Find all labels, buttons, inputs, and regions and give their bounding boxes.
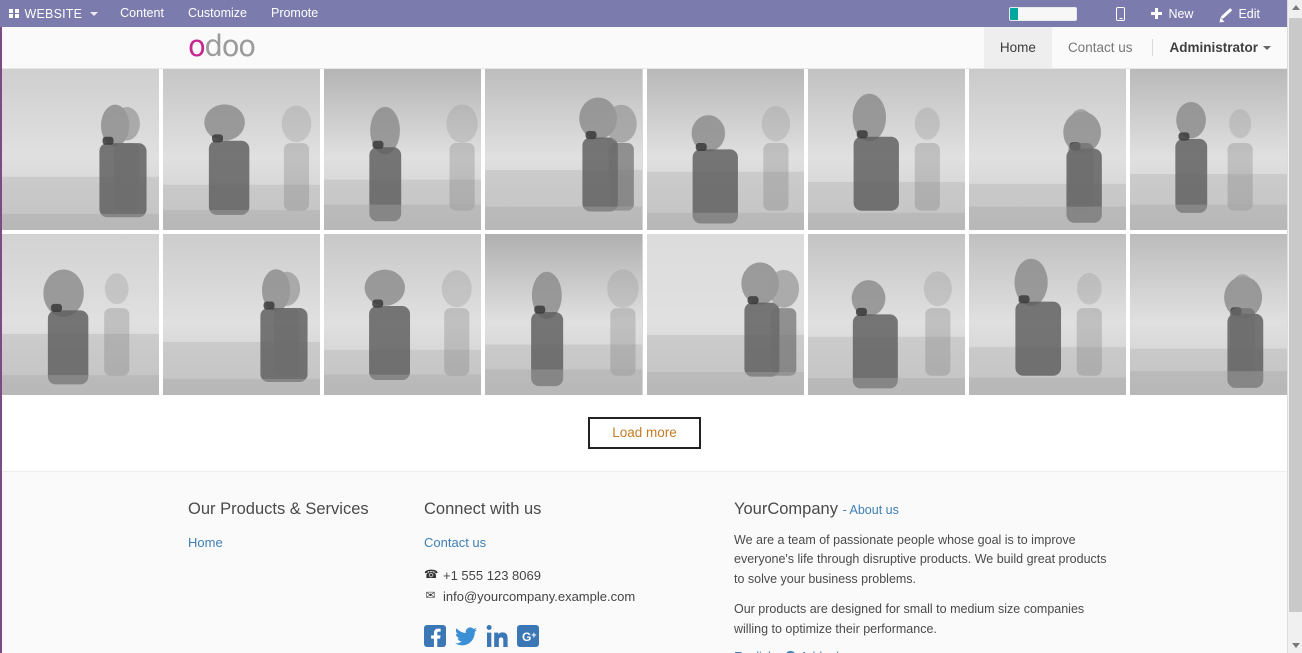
footer-phone: +1 555 123 8069: [443, 568, 541, 583]
scroll-up-arrow-icon[interactable]: [1288, 0, 1302, 15]
gallery-image[interactable]: [324, 234, 482, 395]
footer-title-products: Our Products & Services: [188, 500, 369, 518]
new-button[interactable]: New: [1138, 0, 1206, 27]
gallery-image[interactable]: [968, 234, 1126, 395]
gallery-image[interactable]: [807, 69, 965, 230]
googleplus-icon[interactable]: G +: [517, 625, 539, 648]
load-more-button[interactable]: Load more: [588, 416, 701, 450]
website-app-label: WEBSITE: [24, 6, 83, 21]
user-menu[interactable]: Administrator: [1157, 27, 1287, 68]
gallery-image[interactable]: [163, 234, 321, 395]
website-frame: odoo Home Contact us Administrator Load …: [0, 27, 1287, 653]
footer-about-link[interactable]: - About us: [843, 503, 899, 517]
footer-title-connect: Connect with us: [424, 500, 542, 518]
gallery-image[interactable]: [968, 69, 1126, 230]
logo-first-letter: o: [188, 29, 206, 63]
pencil-icon: [1219, 7, 1232, 20]
mobile-icon: [1116, 6, 1126, 21]
footer-column-products: Our Products & Services Home: [188, 500, 424, 653]
apps-grid-icon: [9, 8, 19, 19]
odoo-logo: odoo: [188, 29, 257, 63]
footer-paragraph-1: We are a team of passionate people whose…: [734, 533, 1107, 586]
user-menu-label: Administrator: [1169, 40, 1258, 55]
seo-progress-fill: [1010, 7, 1019, 20]
envelope-icon: ✉: [425, 590, 436, 603]
editor-menu: Content Customize Promote: [108, 0, 330, 27]
nav-item-home[interactable]: Home: [983, 27, 1052, 68]
site-header: odoo Home Contact us Administrator: [2, 27, 1287, 69]
facebook-icon[interactable]: [424, 625, 446, 648]
browser-viewport: WEBSITE Content Customize Promote New Ed…: [0, 0, 1302, 653]
gallery-image[interactable]: [2, 234, 160, 395]
main-navigation: Home Contact us Administrator: [983, 27, 1287, 68]
load-more-section: Load more: [2, 395, 1287, 471]
svg-text:G: G: [522, 630, 531, 644]
footer-link-home[interactable]: Home: [188, 535, 424, 550]
gallery-image[interactable]: [2, 69, 160, 230]
footer-email: info@yourcompany.example.com: [443, 589, 636, 605]
footer-column-connect: Connect with us Contact us ☎ +1 555 123 …: [424, 500, 734, 653]
odoo-editor-topbar: WEBSITE Content Customize Promote New Ed…: [0, 0, 1287, 27]
twitter-icon[interactable]: [455, 625, 477, 647]
menu-item-customize[interactable]: Customize: [176, 0, 259, 27]
gallery-grid: [2, 69, 1287, 395]
footer-company-name: YourCompany: [734, 500, 838, 518]
nav-item-contact-us[interactable]: Contact us: [1052, 27, 1149, 68]
gallery-image[interactable]: [807, 234, 965, 395]
gallery-image[interactable]: [1129, 234, 1287, 395]
footer-column-company: YourCompany - About us We are a team of …: [734, 500, 1114, 653]
seo-progress-bar[interactable]: [1009, 6, 1078, 21]
gallery-image[interactable]: [163, 69, 321, 230]
social-links: G +: [424, 625, 734, 648]
plus-icon: [1151, 8, 1163, 19]
linkedin-icon[interactable]: [486, 625, 508, 648]
gallery-image[interactable]: [1129, 69, 1287, 230]
logo-rest: doo: [204, 29, 257, 63]
website-app-menu[interactable]: WEBSITE: [0, 0, 108, 27]
edit-button[interactable]: Edit: [1206, 0, 1273, 27]
editor-topbar-actions: New Edit: [1009, 0, 1287, 27]
site-logo[interactable]: odoo: [2, 27, 257, 68]
chevron-down-icon: [90, 11, 99, 16]
footer-company-heading: YourCompany - About us: [734, 500, 1114, 519]
new-button-label: New: [1168, 6, 1194, 21]
footer-link-contact-us[interactable]: Contact us: [424, 535, 734, 550]
nav-divider: [1152, 39, 1154, 56]
chevron-down-icon: [1263, 45, 1271, 50]
vertical-scrollbar[interactable]: [1287, 0, 1302, 653]
scrollbar-thumb[interactable]: [1289, 18, 1302, 612]
phone-icon: ☎: [424, 569, 439, 582]
gallery-image[interactable]: [646, 234, 804, 395]
gallery-image[interactable]: [646, 69, 804, 230]
footer-email-row: ✉ info@yourcompany.example.com: [424, 586, 734, 607]
menu-item-promote[interactable]: Promote: [259, 0, 330, 27]
edit-button-label: Edit: [1238, 6, 1260, 21]
footer-paragraph-2: Our products are designed for small to m…: [734, 602, 1085, 636]
footer-phone-row: ☎ +1 555 123 8069: [424, 565, 734, 586]
menu-item-content[interactable]: Content: [108, 0, 176, 27]
site-footer: Our Products & Services Home Connect wit…: [2, 471, 1287, 653]
scroll-down-arrow-icon[interactable]: [1288, 638, 1302, 653]
footer-contact-info: ☎ +1 555 123 8069 ✉ info@yourcompany.exa…: [424, 565, 734, 607]
gallery-image[interactable]: [485, 234, 643, 395]
image-gallery: [2, 69, 1287, 395]
gallery-image[interactable]: [485, 69, 643, 230]
svg-text:+: +: [531, 630, 536, 640]
mobile-preview-button[interactable]: [1103, 0, 1138, 27]
gallery-image[interactable]: [324, 69, 482, 230]
